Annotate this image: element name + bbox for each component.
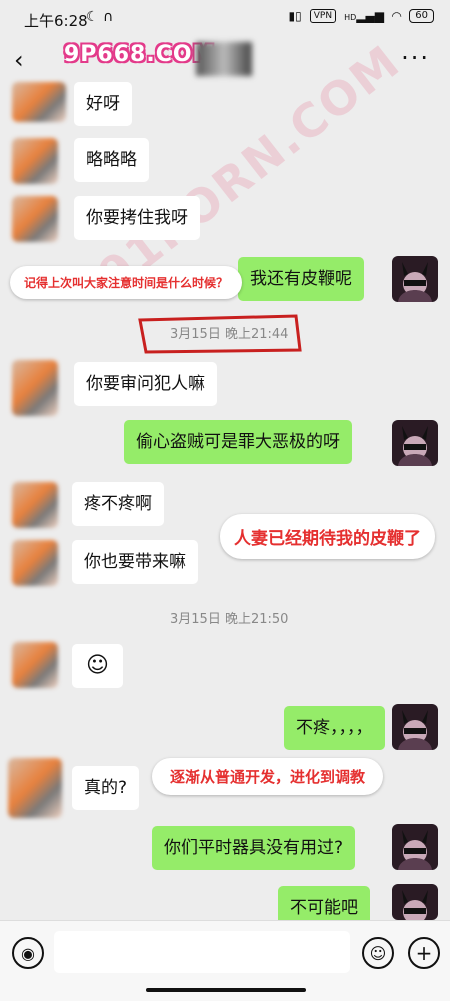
emoji-message: ☺ xyxy=(72,644,123,688)
avatar[interactable] xyxy=(12,540,58,586)
avatar[interactable] xyxy=(12,196,58,242)
message-bubble: 你们平时器具没有用过? xyxy=(152,826,356,870)
signal-icon: ▮▯ xyxy=(288,9,302,23)
message-bubble: 你也要带来嘛 xyxy=(72,540,198,584)
masked-woman-icon xyxy=(398,830,432,870)
home-indicator xyxy=(146,988,306,992)
self-avatar[interactable] xyxy=(392,420,438,466)
message-bubble: 好呀 xyxy=(74,82,132,126)
masked-woman-icon xyxy=(398,426,432,466)
avatar[interactable] xyxy=(12,138,58,184)
timestamp: 3月15日 晚上21:50 xyxy=(170,612,289,627)
message-bubble: 你要审问犯人嘛 xyxy=(74,362,217,406)
message-bubble: 不疼，，，， xyxy=(284,706,385,750)
annotation-callout: 记得上次叫大家注意时间是什么时候？ xyxy=(10,266,243,299)
battery-icon: 60 xyxy=(409,9,434,23)
message-bubble: 偷心盗贼可是罪大恶极的呀 xyxy=(124,420,352,464)
status-bar: 上午6:28 ☾ ∩ ▮▯ VPN HD▂▄▆ ◜◝ 60 xyxy=(0,0,450,34)
masked-woman-icon xyxy=(402,890,428,920)
avatar[interactable] xyxy=(12,642,58,688)
avatar[interactable] xyxy=(12,482,58,528)
moon-icon: ☾ ∩ xyxy=(86,9,114,25)
masked-woman-icon xyxy=(398,710,432,750)
blurred-contact-name xyxy=(196,42,252,76)
status-time: 上午6:28 xyxy=(24,12,88,30)
hd-signal-icon: HD▂▄▆ xyxy=(344,9,384,23)
annotation-callout: 逐渐从普通开发，进化到调教 xyxy=(152,758,384,795)
avatar[interactable] xyxy=(8,758,62,818)
back-arrow-icon[interactable]: ‹ xyxy=(14,46,24,74)
wifi-icon: ◜◝ xyxy=(391,9,402,23)
plus-icon[interactable]: + xyxy=(408,937,440,969)
message-bubble: 疼不疼啊 xyxy=(72,482,164,526)
timestamp: 3月15日 晚上21:44 xyxy=(170,327,289,342)
masked-woman-icon xyxy=(398,262,432,302)
message-bubble: 真的? xyxy=(72,766,140,810)
avatar[interactable] xyxy=(12,82,66,122)
self-avatar[interactable] xyxy=(392,704,438,750)
site-watermark: 9P668.COM xyxy=(64,42,216,67)
message-bubble: 略略略 xyxy=(74,138,149,182)
voice-input-icon[interactable]: ◉ xyxy=(12,937,44,969)
more-options-icon[interactable]: ··· xyxy=(401,44,430,72)
emoji-icon[interactable]: ☺ xyxy=(362,937,394,969)
message-bubble: 你要拷住我呀 xyxy=(74,196,200,240)
annotation-callout: 人妻已经期待我的皮鞭了 xyxy=(220,514,435,559)
message-input[interactable] xyxy=(54,931,350,973)
message-bubble: 我还有皮鞭呢 xyxy=(238,257,364,301)
self-avatar[interactable] xyxy=(392,884,438,920)
avatar[interactable] xyxy=(12,360,58,416)
status-icons: ▮▯ VPN HD▂▄▆ ◜◝ 60 xyxy=(289,9,434,23)
self-avatar[interactable] xyxy=(392,256,438,302)
self-avatar[interactable] xyxy=(392,824,438,870)
vpn-badge: VPN xyxy=(309,9,337,23)
